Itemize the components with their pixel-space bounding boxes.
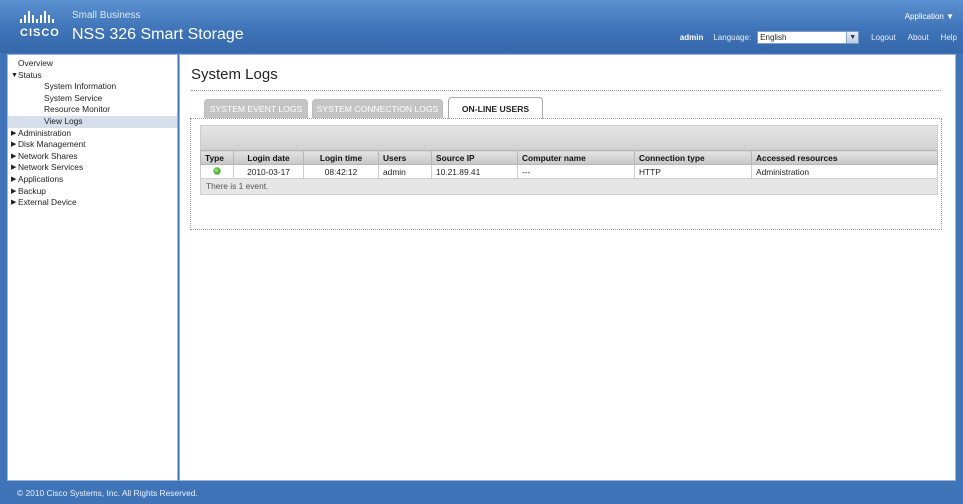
sidebar-item-disk-management[interactable]: ▶ Disk Management	[8, 139, 177, 151]
sidebar-item-external-device[interactable]: ▶ External Device	[8, 197, 177, 209]
triangle-right-icon[interactable]: ▶	[11, 151, 16, 163]
table-toolbar	[200, 125, 938, 150]
sidebar-item-label: Backup	[18, 185, 46, 196]
triangle-right-icon[interactable]: ▶	[11, 162, 16, 174]
language-value: English	[760, 33, 787, 42]
cell-login-date: 2010-03-17	[233, 164, 304, 179]
sidebar-item-system-information[interactable]: System Information	[8, 81, 177, 93]
event-count: There is 1 event.	[200, 179, 938, 195]
column-header-source-ip[interactable]: Source IP	[431, 150, 518, 165]
sidebar-item-label: External Device	[18, 197, 77, 208]
sidebar-item-label: Status	[18, 69, 42, 80]
tab-system-connection-logs[interactable]: SYSTEM CONNECTION LOGS	[312, 99, 443, 118]
column-header-type[interactable]: Type	[200, 150, 234, 165]
footer-copyright: © 2010 Cisco Systems, Inc. All Rights Re…	[0, 483, 963, 504]
sidebar-item-label: Applications	[18, 173, 64, 184]
cell-computer-name: ---	[517, 164, 635, 179]
sidebar-item-network-shares[interactable]: ▶ Network Shares	[8, 151, 177, 163]
sidebar-item-status[interactable]: ▼ Status	[8, 70, 177, 82]
main-content: System Logs SYSTEM EVENT LOGS SYSTEM CON…	[179, 54, 956, 481]
title-divider	[191, 90, 941, 91]
brand-tagline: Small Business	[72, 10, 141, 21]
sidebar-item-label: Network Shares	[18, 150, 78, 161]
column-header-accessed-resources[interactable]: Accessed resources	[751, 150, 938, 165]
tab-system-event-logs[interactable]: SYSTEM EVENT LOGS	[204, 99, 308, 118]
column-header-users[interactable]: Users	[378, 150, 432, 165]
column-header-login-date[interactable]: Login date	[233, 150, 304, 165]
cell-type	[200, 164, 234, 179]
about-link[interactable]: About	[908, 33, 929, 42]
sidebar-item-label: System Information	[44, 81, 117, 92]
sidebar-item-label: View Logs	[44, 115, 83, 126]
triangle-right-icon[interactable]: ▶	[11, 174, 16, 186]
online-users-table: Type Login date Login time Users Source …	[200, 150, 938, 179]
sidebar-item-label: System Service	[44, 92, 103, 103]
logs-panel: Type Login date Login time Users Source …	[190, 118, 942, 230]
sidebar-item-label: Disk Management	[18, 139, 86, 150]
cisco-logo: CISCO	[20, 11, 63, 39]
cisco-bars-icon	[20, 11, 63, 23]
sidebar-item-overview[interactable]: Overview	[8, 58, 177, 70]
triangle-right-icon[interactable]: ▶	[11, 128, 16, 140]
cell-accessed-resources: Administration	[751, 164, 938, 179]
column-header-login-time[interactable]: Login time	[303, 150, 379, 165]
sidebar-nav: Overview ▼ Status System Information Syst…	[7, 54, 178, 481]
logout-link[interactable]: Logout	[871, 33, 895, 42]
current-user: admin	[679, 33, 704, 42]
app-header: CISCO Small Business NSS 326 Smart Stora…	[0, 0, 963, 53]
sidebar-item-label: Network Services	[18, 162, 84, 173]
sidebar-item-label: Overview	[18, 58, 53, 68]
cisco-logo-word: CISCO	[20, 27, 60, 39]
triangle-down-icon[interactable]: ▼	[11, 70, 18, 82]
column-header-computer-name[interactable]: Computer name	[517, 150, 635, 165]
sidebar-item-resource-monitor[interactable]: Resource Monitor	[8, 104, 177, 116]
cell-login-time: 08:42:12	[303, 164, 379, 179]
online-status-icon	[213, 166, 221, 175]
sidebar-item-view-logs[interactable]: View Logs	[8, 115, 177, 128]
triangle-right-icon[interactable]: ▶	[11, 197, 16, 209]
top-bar: admin Language: English ▼ Logout About H…	[680, 31, 957, 44]
column-header-connection-type[interactable]: Connection type	[634, 150, 752, 165]
table-header-row: Type Login date Login time Users Source …	[200, 150, 938, 165]
language-select[interactable]: English ▼	[757, 31, 860, 44]
sidebar-item-system-service[interactable]: System Service	[8, 93, 177, 105]
product-name: NSS 326 Smart Storage	[72, 26, 244, 43]
tab-online-users[interactable]: ON-LINE USERS	[448, 97, 543, 119]
cell-source-ip: 10.21.89.41	[431, 164, 518, 179]
sidebar-item-network-services[interactable]: ▶ Network Services	[8, 162, 177, 174]
sidebar-item-backup[interactable]: ▶ Backup	[8, 186, 177, 198]
sidebar-item-applications[interactable]: ▶ Applications	[8, 174, 177, 186]
cell-user: admin	[378, 164, 432, 179]
cell-connection-type: HTTP	[634, 164, 752, 179]
chevron-down-icon[interactable]: ▼	[846, 32, 859, 43]
application-menu[interactable]: Application ▼	[905, 12, 954, 21]
table-row[interactable]: 2010-03-17 08:42:12 admin 10.21.89.41 --…	[200, 164, 938, 179]
triangle-right-icon[interactable]: ▶	[11, 186, 16, 198]
sidebar-item-administration[interactable]: ▶ Administration	[8, 128, 177, 140]
sidebar-item-label: Resource Monitor	[44, 104, 111, 115]
help-link[interactable]: Help	[941, 33, 957, 42]
triangle-right-icon[interactable]: ▶	[11, 139, 16, 151]
language-label: Language:	[713, 33, 752, 42]
page-title: System Logs	[191, 66, 278, 83]
sidebar-item-label: Administration	[18, 127, 72, 138]
